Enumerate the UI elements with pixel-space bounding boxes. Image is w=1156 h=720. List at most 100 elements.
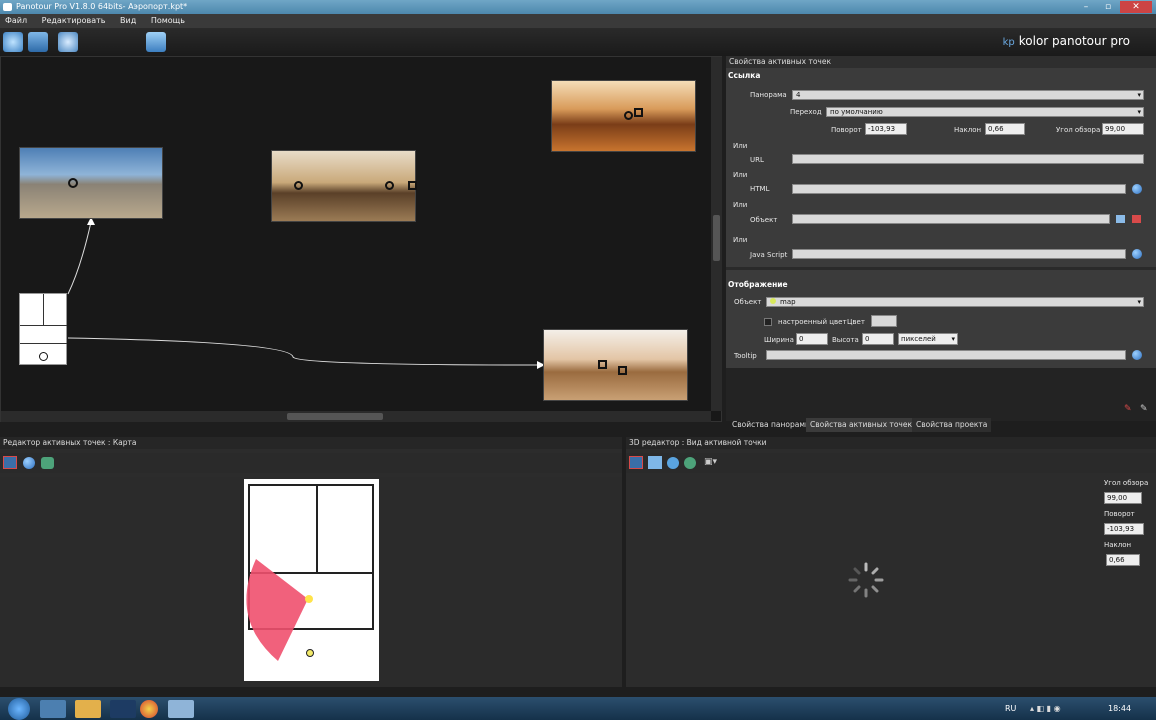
custom-color-label: настроенный цвет	[778, 318, 847, 326]
taskbar-panotour-icon[interactable]	[168, 700, 194, 718]
add-panorama-icon[interactable]	[146, 32, 166, 52]
floor-map-image[interactable]	[244, 479, 379, 681]
tilt-label: Наклон	[954, 126, 982, 134]
canvas-horizontal-scrollbar[interactable]	[1, 411, 711, 422]
object-input[interactable]	[792, 214, 1110, 224]
3d-options-dropdown-icon[interactable]: ▣▾	[704, 457, 717, 467]
tab-panorama-properties[interactable]: Свойства панорамы	[728, 418, 815, 432]
hotspot-map-editor: Редактор активных точек : Карта	[0, 437, 622, 687]
taskbar-folder-icon[interactable]	[75, 700, 101, 718]
width-spinbox[interactable]: 0	[796, 333, 828, 345]
select-tool-icon[interactable]	[3, 456, 17, 469]
hotspot-square[interactable]	[598, 360, 607, 369]
brand-mark: kp	[1002, 37, 1015, 48]
taskbar-photoshop-icon[interactable]	[110, 700, 136, 718]
menu-help[interactable]: Помощь	[151, 16, 185, 25]
language-indicator[interactable]: RU	[1005, 704, 1016, 713]
save-icon[interactable]	[28, 32, 48, 52]
panorama-thumb-airport[interactable]	[19, 147, 163, 219]
map-spot-marker[interactable]	[306, 649, 314, 657]
browse-folder-icon[interactable]	[1116, 215, 1125, 223]
active-spot-marker[interactable]	[305, 595, 313, 603]
close-tour-icon[interactable]	[58, 32, 78, 52]
url-input[interactable]	[792, 154, 1144, 164]
close-button[interactable]: ✕	[1120, 1, 1152, 13]
taskbar-explorer-icon[interactable]	[40, 700, 66, 718]
hotspot-circle[interactable]	[294, 181, 303, 190]
hotspot-circle[interactable]	[624, 111, 633, 120]
tooltip-edit-globe-icon[interactable]	[1132, 350, 1142, 360]
add-spot-icon[interactable]	[41, 457, 54, 469]
tab-hotspot-properties[interactable]: Свойства активных точек	[806, 418, 916, 432]
panel-title: Свойства активных точек	[726, 56, 1156, 68]
panorama-thumb-cafe[interactable]	[543, 329, 688, 401]
chevron-down-icon: ▾	[1137, 91, 1141, 99]
3d-tilt-spinbox[interactable]: 0,66	[1106, 554, 1140, 566]
map-spot-circle[interactable]	[39, 352, 48, 361]
panorama-select-value: 4	[796, 91, 801, 99]
vertical-scroll-thumb[interactable]	[713, 215, 720, 261]
minimize-button[interactable]: –	[1076, 1, 1096, 13]
start-button[interactable]	[8, 698, 30, 720]
unit-select[interactable]: пикселей ▾	[898, 333, 958, 345]
chevron-down-icon: ▾	[951, 335, 955, 343]
menu-view[interactable]: Вид	[120, 16, 136, 25]
tab-project-properties[interactable]: Свойства проекта	[912, 418, 992, 432]
display-object-select[interactable]: map ▾	[766, 297, 1144, 307]
or-label-2: Или	[733, 171, 748, 179]
tray-icons[interactable]: ▴ ◧ ▮ ◉	[1030, 704, 1061, 713]
map-globe-icon[interactable]	[23, 457, 35, 469]
delete-hotspot-icon[interactable]: ✎	[1124, 404, 1132, 414]
html-input[interactable]	[792, 184, 1126, 194]
3d-rotation-value: -103,93	[1107, 525, 1135, 533]
hotspot-square[interactable]	[408, 181, 417, 190]
chevron-down-icon: ▾	[1137, 298, 1141, 306]
map-node[interactable]	[19, 293, 67, 365]
hotspot-square[interactable]	[618, 366, 627, 375]
brand-text: kolor panotour pro	[1018, 34, 1130, 48]
tooltip-input[interactable]	[766, 350, 1126, 360]
clear-object-icon[interactable]	[1132, 215, 1141, 223]
tooltip-label: Tooltip	[734, 352, 757, 360]
tilt-spinbox[interactable]: 0,66	[985, 123, 1025, 135]
3d-tilt-label: Наклон	[1104, 541, 1132, 549]
3d-fov-spinbox[interactable]: 99,00	[1104, 492, 1142, 504]
canvas-vertical-scrollbar[interactable]	[711, 57, 722, 411]
display-section-heading: Отображение	[728, 280, 788, 289]
link-arrow-1	[67, 221, 92, 295]
panorama-thumb-hall[interactable]	[271, 150, 417, 222]
hotspot-properties-panel: Свойства активных точек Ссылка Панорама …	[726, 56, 1156, 421]
color-swatch[interactable]	[871, 315, 897, 327]
javascript-input[interactable]	[792, 249, 1126, 259]
horizontal-scroll-thumb[interactable]	[287, 413, 383, 420]
3d-add-icon[interactable]	[684, 457, 696, 469]
height-label: Высота	[832, 336, 859, 344]
brand-logo: kp kolor panotour pro	[1003, 34, 1130, 48]
panorama-select[interactable]: 4 ▾	[792, 90, 1144, 100]
hotspot-square[interactable]	[634, 108, 643, 117]
menu-edit[interactable]: Редактировать	[42, 16, 106, 25]
javascript-edit-globe-icon[interactable]	[1132, 249, 1142, 259]
open-tour-icon[interactable]	[3, 32, 23, 52]
3d-rotation-spinbox[interactable]: -103,93	[1104, 523, 1144, 535]
fov-value: 99,00	[1105, 125, 1126, 133]
transition-select[interactable]: по умолчанию ▾	[826, 107, 1144, 117]
toolbar: ↶ ↷ ⚙ ▶ ?	[0, 28, 1156, 79]
3d-view-icon[interactable]	[648, 456, 662, 469]
hotspot-circle[interactable]	[68, 178, 78, 188]
custom-color-checkbox[interactable]	[764, 318, 772, 326]
rotation-spinbox[interactable]: -103,93	[865, 123, 907, 135]
3d-select-tool-icon[interactable]	[629, 456, 643, 469]
panorama-thumb-lobby[interactable]	[551, 80, 696, 152]
edit-hotspot-icon[interactable]: ✎	[1140, 404, 1148, 414]
menu-file[interactable]: Файл	[5, 16, 27, 25]
taskbar-chrome-icon[interactable]	[140, 700, 158, 718]
hotspot-circle[interactable]	[385, 181, 394, 190]
html-edit-globe-icon[interactable]	[1132, 184, 1142, 194]
height-value: 0	[865, 335, 870, 343]
tour-canvas[interactable]	[0, 56, 722, 422]
maximize-button[interactable]: ▫	[1098, 1, 1118, 13]
3d-rotate-icon[interactable]	[667, 457, 679, 469]
height-spinbox[interactable]: 0	[862, 333, 894, 345]
fov-spinbox[interactable]: 99,00	[1102, 123, 1144, 135]
